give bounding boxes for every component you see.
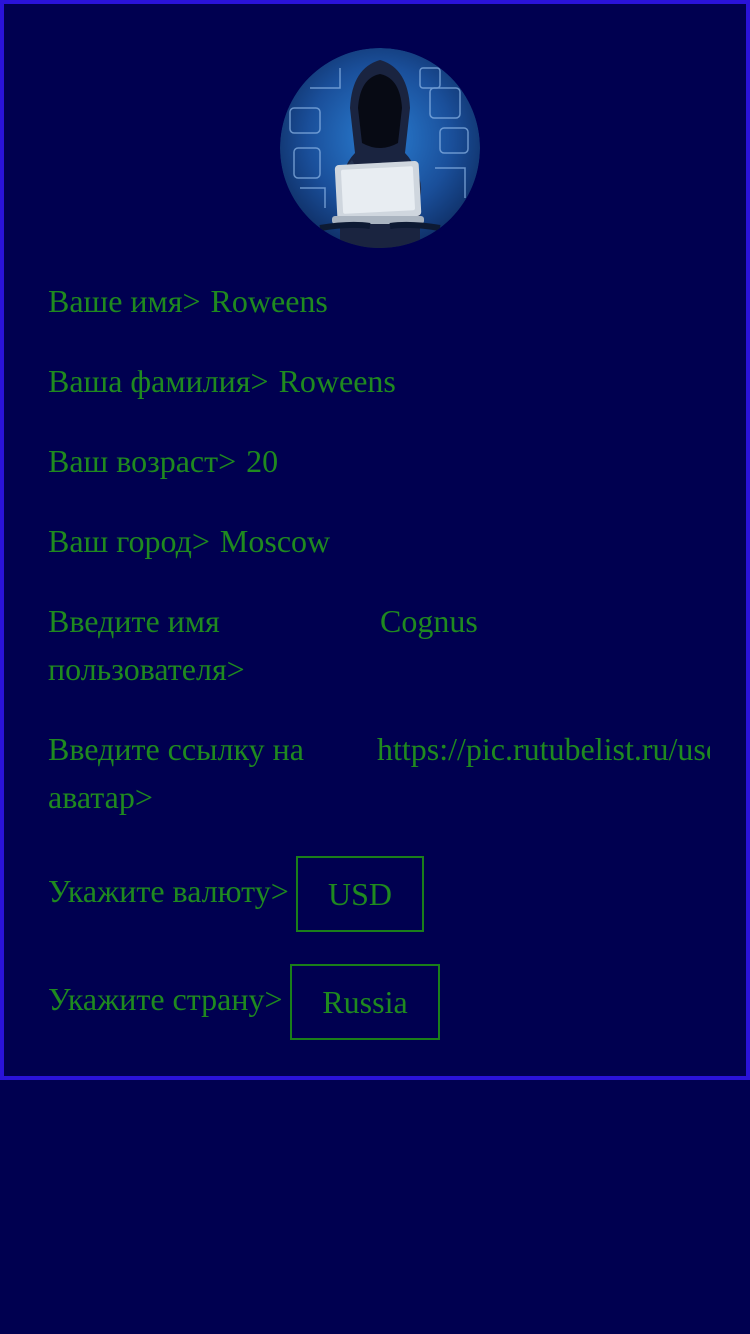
city-row: Ваш город> Moscow bbox=[48, 517, 330, 565]
city-label: Ваш город> bbox=[48, 523, 210, 559]
age-label: Ваш возраст> bbox=[48, 443, 237, 479]
avatar-link-label-line1: Введите ссылку на bbox=[48, 731, 304, 767]
city-field[interactable]: Moscow bbox=[220, 523, 330, 559]
age-field[interactable]: 20 bbox=[246, 443, 278, 479]
hacker-avatar-icon bbox=[280, 48, 480, 248]
country-select[interactable]: Russia bbox=[290, 964, 440, 1040]
avatar-link-field[interactable]: https://pic.rutubelist.ru/user bbox=[377, 725, 710, 773]
username-label-line2: пользователя> bbox=[48, 651, 245, 687]
username-field[interactable]: Cognus bbox=[380, 597, 710, 645]
avatar-link-label-line2: аватар> bbox=[48, 779, 153, 815]
avatar-link-label: Введите ссылку на аватар> bbox=[48, 725, 304, 821]
first-name-field[interactable]: Roweens bbox=[211, 283, 328, 319]
currency-label: Укажите валюту> bbox=[48, 873, 289, 909]
username-label: Введите имя пользователя> bbox=[48, 597, 245, 693]
last-name-row: Ваша фамилия> Roweens bbox=[48, 357, 396, 405]
first-name-label: Ваше имя> bbox=[48, 283, 201, 319]
profile-card: Ваше имя> Roweens Ваша фамилия> Roweens Ва… bbox=[0, 0, 750, 1080]
last-name-label: Ваша фамилия> bbox=[48, 363, 269, 399]
country-label: Укажите страну> bbox=[48, 981, 283, 1017]
last-name-field[interactable]: Roweens bbox=[279, 363, 396, 399]
username-label-line1: Введите имя bbox=[48, 603, 220, 639]
age-row: Ваш возраст> 20 bbox=[48, 437, 278, 485]
first-name-row: Ваше имя> Roweens bbox=[48, 277, 328, 325]
currency-select[interactable]: USD bbox=[296, 856, 424, 932]
avatar[interactable] bbox=[280, 48, 480, 248]
